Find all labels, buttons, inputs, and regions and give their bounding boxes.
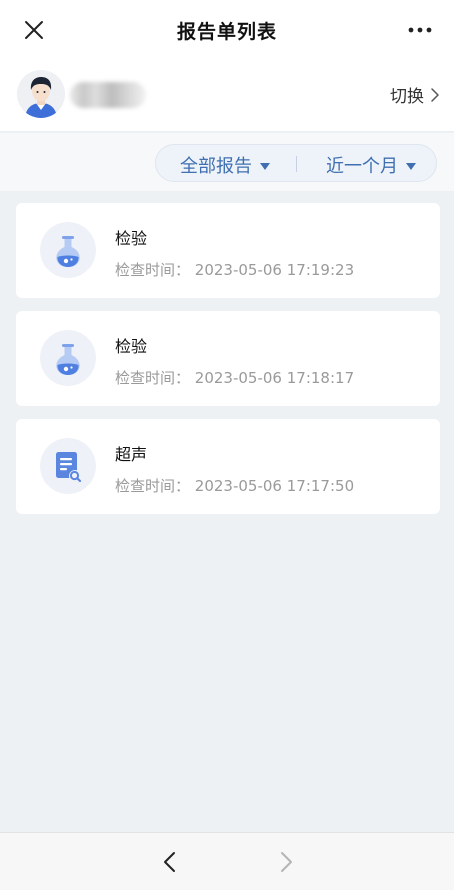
report-time-label: 检查时间： <box>115 261 191 279</box>
caret-down-icon <box>260 162 270 170</box>
user-bar: 切换 <box>0 60 454 132</box>
flask-icon <box>56 344 80 375</box>
page: 报告单列表 切换 全部报告 近一个月 检验 检查时间： 2023-05-06 1… <box>0 0 454 890</box>
filter-pill: 全部报告 近一个月 <box>155 144 437 182</box>
switch-user-button[interactable]: 切换 <box>390 82 440 107</box>
flask-icon <box>56 236 80 267</box>
report-title: 检验 <box>115 337 148 356</box>
avatar <box>17 70 65 118</box>
report-time: 检查时间： 2023-05-06 17:19:23 <box>115 259 354 280</box>
bottom-toolbar <box>0 832 454 890</box>
back-icon[interactable] <box>158 849 182 875</box>
report-type-label: 全部报告 <box>180 156 252 177</box>
report-card[interactable]: 检验 检查时间： 2023-05-06 17:18:17 <box>16 311 440 406</box>
filter-bar: 全部报告 近一个月 <box>0 133 454 191</box>
report-time-value: 2023-05-06 17:18:17 <box>194 369 355 387</box>
report-time: 检查时间： 2023-05-06 17:17:50 <box>115 475 354 496</box>
more-icon[interactable] <box>406 20 434 40</box>
report-time-label: 检查时间： <box>115 477 191 495</box>
report-time-value: 2023-05-06 17:19:23 <box>194 261 355 279</box>
user-name-redacted <box>70 82 146 108</box>
period-filter[interactable]: 近一个月 <box>326 152 416 178</box>
report-title: 超声 <box>115 445 148 464</box>
report-card[interactable]: 检验 检查时间： 2023-05-06 17:19:23 <box>16 203 440 298</box>
document-search-icon <box>56 452 82 483</box>
report-icon-wrap <box>40 330 96 386</box>
period-label: 近一个月 <box>326 156 398 177</box>
caret-down-icon <box>406 162 416 170</box>
report-title: 检验 <box>115 229 148 248</box>
report-icon-wrap <box>40 438 96 494</box>
report-time-value: 2023-05-06 17:17:50 <box>194 477 355 495</box>
chevron-right-icon <box>431 87 439 102</box>
forward-icon[interactable] <box>274 849 298 875</box>
report-icon-wrap <box>40 222 96 278</box>
avatar-icon <box>17 70 65 118</box>
report-time-label: 检查时间： <box>115 369 191 387</box>
switch-label: 切换 <box>390 87 424 107</box>
report-type-filter[interactable]: 全部报告 <box>180 152 270 178</box>
page-title: 报告单列表 <box>176 21 277 43</box>
report-time: 检查时间： 2023-05-06 17:18:17 <box>115 367 354 388</box>
report-card[interactable]: 超声 检查时间： 2023-05-06 17:17:50 <box>16 419 440 514</box>
filter-divider <box>296 156 297 172</box>
nav-bar: 报告单列表 <box>0 0 454 60</box>
